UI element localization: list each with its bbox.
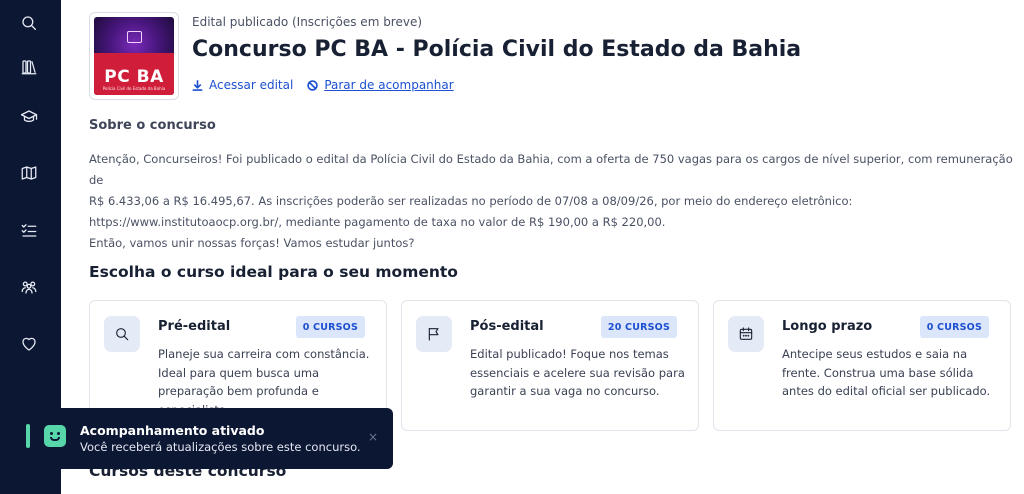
download-icon — [192, 79, 203, 91]
card-title: Pós-edital — [470, 319, 544, 334]
community-icon[interactable] — [18, 276, 40, 298]
card-pos-edital[interactable]: Pós-edital 20 CURSOS Edital publicado! F… — [401, 300, 699, 431]
header-actions: Acessar edital Parar de acompanhar — [192, 78, 454, 92]
unfollow-label: Parar de acompanhar — [324, 78, 454, 92]
card-longo-prazo[interactable]: Longo prazo 0 CURSOS Antecipe seus estud… — [713, 300, 1011, 431]
unfollow-link[interactable]: Parar de acompanhar — [307, 78, 454, 92]
access-edital-link[interactable]: Acessar edital — [192, 78, 293, 92]
close-icon[interactable]: × — [368, 430, 378, 444]
page-title: Concurso PC BA - Polícia Civil do Estado… — [192, 37, 802, 62]
calendar-icon — [728, 316, 764, 352]
about-line: https://www.institutoaocp.org.br/, media… — [89, 215, 666, 229]
card-title: Longo prazo — [782, 319, 873, 334]
thumbnail-logo-text: PC BA — [104, 67, 164, 87]
course-count-badge: 0 CURSOS — [919, 316, 989, 338]
toast-title: Acompanhamento ativado — [80, 423, 265, 438]
block-icon — [307, 79, 319, 91]
card-description: Antecipe seus estudos e saia na frente. … — [782, 347, 991, 398]
map-icon[interactable] — [18, 162, 40, 184]
graduation-cap-icon[interactable] — [18, 106, 40, 128]
toast-accent-bar — [26, 424, 30, 448]
flag-icon — [416, 316, 452, 352]
toast-notification: Acompanhamento ativado Você receberá atu… — [0, 408, 393, 469]
card-description: Edital publicado! Foque nos temas essenc… — [470, 347, 685, 398]
access-edital-label: Acessar edital — [209, 78, 294, 92]
thumbnail-subtext: Polícia Civil do Estado da Bahia — [102, 86, 166, 91]
library-icon[interactable] — [18, 56, 40, 78]
badge-icon — [127, 31, 142, 43]
heart-icon[interactable] — [18, 333, 40, 355]
about-line: R$ 6.433,06 a R$ 16.495,67. As inscriçõe… — [89, 194, 853, 208]
choose-course-heading: Escolha o curso ideal para o seu momento — [89, 263, 458, 281]
contest-status: Edital publicado (Inscrições em breve) — [192, 15, 423, 29]
smile-icon — [44, 425, 66, 447]
course-count-badge: 0 CURSOS — [295, 316, 365, 338]
about-line: Atenção, Concurseiros! Foi publicado o e… — [89, 152, 1013, 187]
toast-message: Você receberá atualizações sobre este co… — [80, 440, 361, 454]
card-title: Pré-edital — [158, 319, 231, 334]
contest-thumbnail: PC BA Polícia Civil do Estado da Bahia — [89, 12, 179, 100]
course-count-badge: 20 CURSOS — [600, 316, 677, 338]
about-heading: Sobre o concurso — [89, 118, 216, 133]
about-text: Atenção, Concurseiros! Foi publicado o e… — [89, 149, 1024, 254]
about-line: Então, vamos unir nossas forças! Vamos e… — [89, 236, 415, 250]
search-icon[interactable] — [18, 12, 40, 34]
checklist-icon[interactable] — [18, 219, 40, 241]
search-icon — [104, 316, 140, 352]
